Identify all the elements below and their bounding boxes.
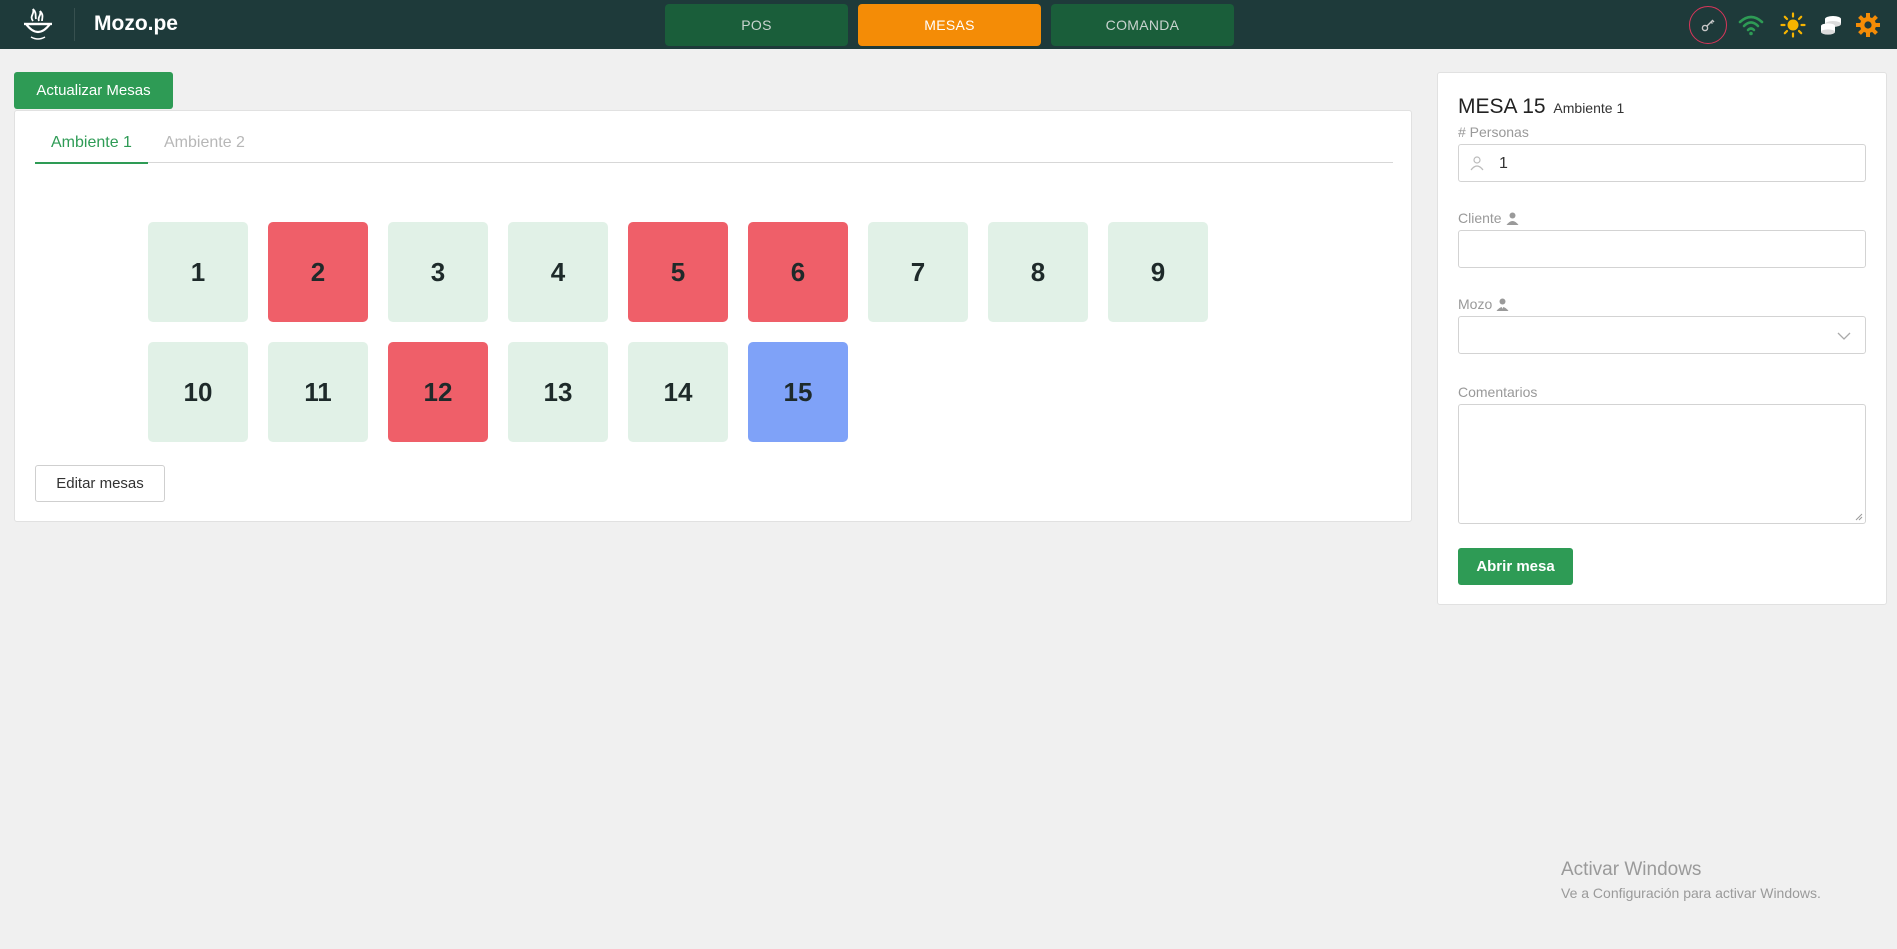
wifi-icon[interactable] bbox=[1736, 10, 1766, 40]
table-tile[interactable]: 7 bbox=[868, 222, 968, 322]
logo-icon bbox=[20, 5, 56, 43]
tab-ambiente-2[interactable]: Ambiente 2 bbox=[148, 133, 261, 163]
mesa-ambiente: Ambiente 1 bbox=[1553, 100, 1625, 116]
mozo-select[interactable] bbox=[1458, 316, 1866, 354]
waiter-icon bbox=[1496, 298, 1509, 311]
coins-icon[interactable] bbox=[1816, 10, 1846, 40]
mozo-label-text: Mozo bbox=[1458, 296, 1493, 312]
table-tile[interactable]: 4 bbox=[508, 222, 608, 322]
table-tile[interactable]: 2 bbox=[268, 222, 368, 322]
personas-label: # Personas bbox=[1458, 124, 1529, 140]
table-tile[interactable]: 10 bbox=[148, 342, 248, 442]
update-tables-button[interactable]: Actualizar Mesas bbox=[14, 72, 173, 109]
tab-comanda[interactable]: COMANDA bbox=[1051, 4, 1234, 46]
personas-label-text: # Personas bbox=[1458, 124, 1529, 140]
tables-panel: Ambiente 1 Ambiente 2 1 2 3 4 5 6 7 8 9 … bbox=[14, 110, 1412, 522]
watermark-subtitle: Ve a Configuración para activar Windows. bbox=[1561, 885, 1821, 901]
cliente-label: Cliente bbox=[1458, 210, 1519, 226]
divider bbox=[74, 8, 75, 41]
table-tile[interactable]: 8 bbox=[988, 222, 1088, 322]
table-tile-selected[interactable]: 15 bbox=[748, 342, 848, 442]
table-tile[interactable]: 1 bbox=[148, 222, 248, 322]
table-tile[interactable]: 13 bbox=[508, 342, 608, 442]
table-tile[interactable]: 6 bbox=[748, 222, 848, 322]
personas-field[interactable]: 1 bbox=[1458, 144, 1866, 182]
table-tile[interactable]: 3 bbox=[388, 222, 488, 322]
table-tile[interactable]: 5 bbox=[628, 222, 728, 322]
table-tile[interactable]: 11 bbox=[268, 342, 368, 442]
personas-value: 1 bbox=[1499, 155, 1508, 172]
tab-mesas[interactable]: MESAS bbox=[858, 4, 1041, 46]
person-icon bbox=[1470, 156, 1484, 171]
resize-handle-icon[interactable] bbox=[1855, 513, 1863, 521]
table-tile[interactable]: 14 bbox=[628, 342, 728, 442]
table-detail-panel: MESA 15 Ambiente 1 # Personas 1 Cliente … bbox=[1437, 72, 1887, 605]
chevron-down-icon bbox=[1837, 332, 1851, 340]
brand-name: Mozo.pe bbox=[94, 12, 178, 35]
watermark-title: Activar Windows bbox=[1561, 859, 1702, 880]
open-table-button[interactable]: Abrir mesa bbox=[1458, 548, 1573, 585]
sun-icon[interactable] bbox=[1778, 10, 1808, 40]
mesa-title: MESA 15 Ambiente 1 bbox=[1458, 95, 1624, 119]
tab-pos[interactable]: POS bbox=[665, 4, 848, 46]
room-tabs: Ambiente 1 Ambiente 2 bbox=[35, 133, 1393, 164]
mesa-name: MESA 15 bbox=[1458, 95, 1546, 118]
key-button[interactable] bbox=[1689, 6, 1727, 44]
top-bar: Mozo.pe POS MESAS COMANDA bbox=[0, 0, 1897, 49]
comentarios-textarea[interactable] bbox=[1458, 404, 1866, 524]
comentarios-label-text: Comentarios bbox=[1458, 384, 1538, 400]
comentarios-label: Comentarios bbox=[1458, 384, 1537, 400]
edit-tables-button[interactable]: Editar mesas bbox=[35, 465, 165, 502]
table-tile[interactable]: 9 bbox=[1108, 222, 1208, 322]
cliente-label-text: Cliente bbox=[1458, 210, 1502, 226]
mozo-label: Mozo bbox=[1458, 296, 1509, 312]
table-tile[interactable]: 12 bbox=[388, 342, 488, 442]
tab-ambiente-1[interactable]: Ambiente 1 bbox=[35, 133, 148, 164]
key-icon bbox=[1701, 19, 1715, 32]
gear-icon[interactable] bbox=[1853, 10, 1883, 40]
cliente-field[interactable] bbox=[1458, 230, 1866, 268]
user-icon bbox=[1506, 212, 1519, 225]
